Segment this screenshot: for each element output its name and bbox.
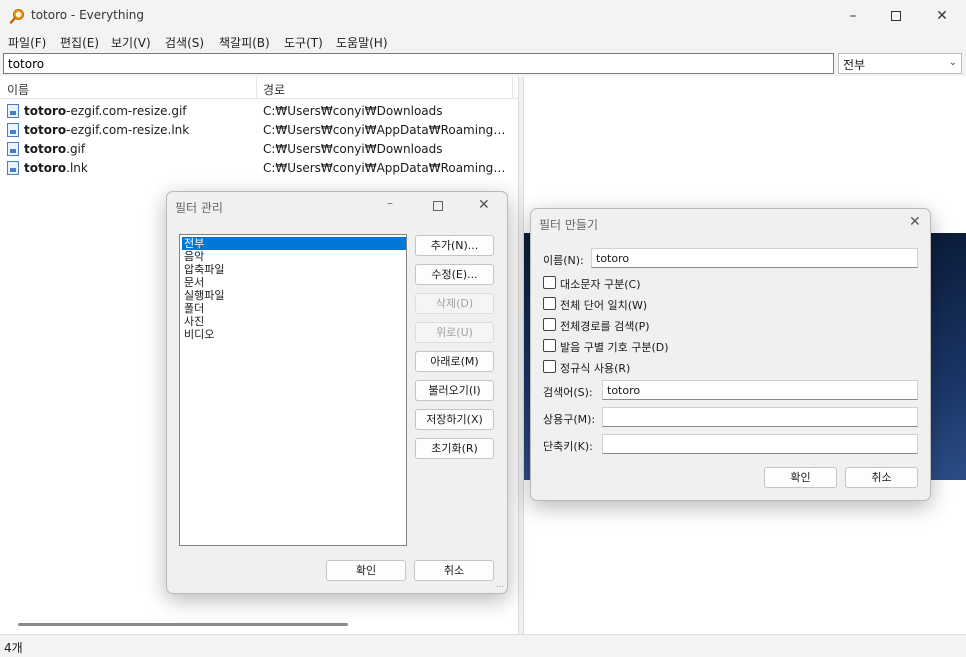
search-input[interactable] xyxy=(3,53,834,74)
result-filename: totoro.gif xyxy=(24,142,86,156)
add-filter-button[interactable]: 추가(N)... xyxy=(415,235,494,256)
move-down-button[interactable]: 아래로(M) xyxy=(415,351,494,372)
close-icon[interactable]: ✕ xyxy=(909,214,921,230)
ok-button[interactable]: 확인 xyxy=(326,560,406,581)
result-filename: totoro-ezgif.com-resize.lnk xyxy=(24,123,190,137)
match-case-checkbox[interactable] xyxy=(543,276,556,289)
shortcut-file-icon xyxy=(7,123,19,137)
ok-button[interactable]: 확인 xyxy=(764,467,837,488)
maximize-icon[interactable] xyxy=(433,201,443,211)
close-button[interactable]: ✕ xyxy=(919,0,965,32)
filter-list-item[interactable]: 음악 xyxy=(182,250,406,263)
title-bar xyxy=(0,0,966,32)
result-path: C:₩Users₩conyi₩AppData₩Roaming₩Micro... xyxy=(263,123,513,137)
maximize-icon xyxy=(891,11,901,21)
filter-list-item[interactable]: 압축파일 xyxy=(182,263,406,276)
edit-filter-button[interactable]: 수정(E)... xyxy=(415,264,494,285)
regex-label: 정규식 사용(R) xyxy=(560,362,631,375)
macro-field[interactable] xyxy=(602,407,918,427)
minimize-button[interactable]: – xyxy=(830,0,876,32)
close-icon: ✕ xyxy=(936,8,948,24)
minimize-icon: – xyxy=(849,8,857,24)
column-divider[interactable] xyxy=(256,77,257,99)
name-field[interactable]: totoro xyxy=(591,248,918,268)
result-filename: totoro.lnk xyxy=(24,161,88,175)
cancel-button[interactable]: 취소 xyxy=(845,467,918,488)
search-term-label: 검색어(S): xyxy=(543,386,593,399)
column-header: 이름 경로 xyxy=(0,77,518,99)
filter-manager-dialog: 필터 관리 – ✕ 전부 음악 압축파일 문서 실행파일 폴더 사진 비디오 추… xyxy=(166,191,508,594)
filter-list-item[interactable]: 폴더 xyxy=(182,302,406,315)
match-path-checkbox[interactable] xyxy=(543,318,556,331)
result-path: C:₩Users₩conyi₩Downloads xyxy=(263,142,443,156)
resize-grip-icon[interactable]: ⋯ xyxy=(496,582,504,591)
cancel-button[interactable]: 취소 xyxy=(414,560,494,581)
menu-help[interactable]: 도움말(H) xyxy=(336,34,388,51)
macro-label: 상용구(M): xyxy=(543,413,596,426)
menu-search[interactable]: 검색(S) xyxy=(165,34,204,51)
result-path: C:₩Users₩conyi₩AppData₩Roaming₩Micro... xyxy=(263,161,513,175)
result-filename: totoro-ezgif.com-resize.gif xyxy=(24,104,187,118)
shortcut-field[interactable] xyxy=(602,434,918,454)
menu-file[interactable]: 파일(F) xyxy=(8,34,46,51)
result-row[interactable]: totoro.gif C:₩Users₩conyi₩Downloads xyxy=(0,140,518,159)
filter-list-item[interactable]: 문서 xyxy=(182,276,406,289)
everything-app-icon xyxy=(9,9,24,24)
gif-file-icon xyxy=(7,142,19,156)
result-row[interactable]: totoro-ezgif.com-resize.lnk C:₩Users₩con… xyxy=(0,121,518,140)
close-icon[interactable]: ✕ xyxy=(478,197,490,213)
gif-file-icon xyxy=(7,104,19,118)
menu-edit[interactable]: 편집(E) xyxy=(60,34,99,51)
dialog-title: 필터 관리 xyxy=(175,201,223,215)
filter-builder-dialog: 필터 만들기 ✕ 이름(N): totoro 대소문자 구분(C) 전체 단어 … xyxy=(530,208,931,501)
diacritics-label: 발음 구별 기호 구분(D) xyxy=(560,341,669,354)
move-up-button[interactable]: 위로(U) xyxy=(415,322,494,343)
filter-list[interactable]: 전부 음악 압축파일 문서 실행파일 폴더 사진 비디오 xyxy=(179,234,407,546)
minimize-icon[interactable]: – xyxy=(387,196,393,210)
match-case-label: 대소문자 구분(C) xyxy=(560,278,641,291)
window-title: totoro - Everything xyxy=(31,8,145,22)
chevron-down-icon: ⌄ xyxy=(948,57,957,68)
result-row[interactable]: totoro-ezgif.com-resize.gif C:₩Users₩con… xyxy=(0,102,518,121)
filter-list-item[interactable]: 비디오 xyxy=(182,328,406,341)
column-name-header[interactable]: 이름 xyxy=(7,81,29,98)
column-divider[interactable] xyxy=(512,77,513,99)
column-path-header[interactable]: 경로 xyxy=(263,81,285,98)
export-button[interactable]: 저장하기(X) xyxy=(415,409,494,430)
status-bar xyxy=(0,634,966,657)
shortcut-file-icon xyxy=(7,161,19,175)
regex-checkbox[interactable] xyxy=(543,360,556,373)
whole-word-checkbox[interactable] xyxy=(543,297,556,310)
diacritics-checkbox[interactable] xyxy=(543,339,556,352)
filter-list-item[interactable]: 전부 xyxy=(182,237,406,250)
maximize-button[interactable] xyxy=(873,0,919,32)
dialog-title: 필터 만들기 xyxy=(539,218,599,232)
filter-list-item[interactable]: 실행파일 xyxy=(182,289,406,302)
filter-list-item[interactable]: 사진 xyxy=(182,315,406,328)
menu-bookmarks[interactable]: 책갈피(B) xyxy=(219,34,270,51)
filter-dropdown-value: 전부 xyxy=(843,58,866,72)
reset-button[interactable]: 초기화(R) xyxy=(415,438,494,459)
result-count: 4개 xyxy=(4,641,23,655)
search-term-field[interactable]: totoro xyxy=(602,380,918,400)
result-row[interactable]: totoro.lnk C:₩Users₩conyi₩AppData₩Roamin… xyxy=(0,159,518,178)
horizontal-scrollbar[interactable] xyxy=(18,623,348,626)
menu-view[interactable]: 보기(V) xyxy=(111,34,151,51)
match-path-label: 전체경로를 검색(P) xyxy=(560,320,650,333)
import-button[interactable]: 불러오기(I) xyxy=(415,380,494,401)
filter-dropdown[interactable]: 전부 ⌄ xyxy=(838,53,962,74)
menu-tools[interactable]: 도구(T) xyxy=(284,34,323,51)
menu-bar: 파일(F) 편집(E) 보기(V) 검색(S) 책갈피(B) 도구(T) 도움말… xyxy=(0,32,966,52)
whole-word-label: 전체 단어 일치(W) xyxy=(560,299,648,312)
delete-filter-button[interactable]: 삭제(D) xyxy=(415,293,494,314)
name-label: 이름(N): xyxy=(543,254,584,267)
result-path: C:₩Users₩conyi₩Downloads xyxy=(263,104,443,118)
shortcut-label: 단축키(K): xyxy=(543,440,593,453)
